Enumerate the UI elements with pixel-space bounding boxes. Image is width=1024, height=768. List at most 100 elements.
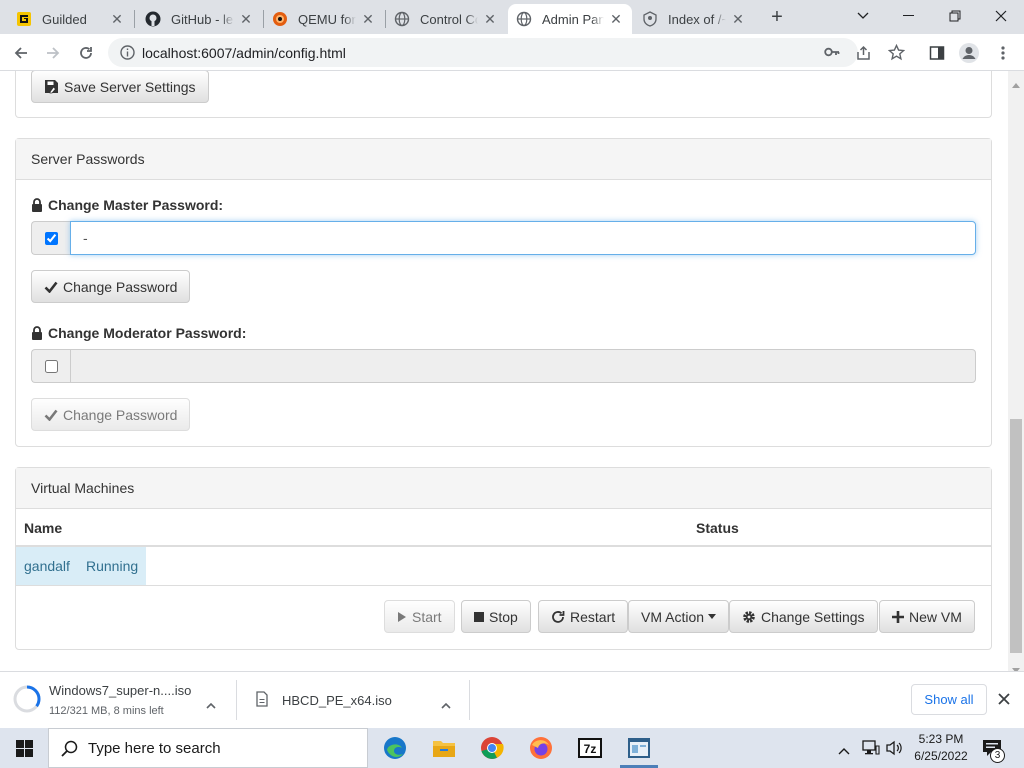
tab-title: QEMU for W <box>298 11 356 27</box>
server-passwords-panel: Server Passwords Change Master Password:… <box>15 138 992 447</box>
bookmark-star-icon[interactable] <box>887 43 906 64</box>
search-icon <box>61 740 78 757</box>
chrome-icon[interactable] <box>474 732 510 764</box>
change-master-password-button[interactable]: Change Password <box>31 270 191 303</box>
close-tab-icon[interactable]: ✕ <box>360 11 376 28</box>
tab-index[interactable]: Index of /~ ✕ <box>634 4 754 34</box>
firefox-icon[interactable] <box>523 732 559 764</box>
vm-status: Running <box>86 558 139 574</box>
master-password-checkbox-addon <box>31 221 70 255</box>
restart-icon <box>551 610 565 624</box>
master-password-label-text: Change Master Password: <box>48 197 224 213</box>
side-panel-icon[interactable] <box>924 40 950 66</box>
key-icon[interactable] <box>824 45 840 62</box>
chevron-up-icon[interactable] <box>206 696 216 712</box>
moderator-password-input[interactable] <box>70 349 976 383</box>
close-tab-icon[interactable]: ✕ <box>238 11 254 28</box>
tab-title: Guilded <box>42 11 87 27</box>
reload-icon[interactable] <box>73 40 99 66</box>
start-vm-button[interactable]: Start <box>384 600 455 633</box>
column-header-name: Name <box>24 520 63 536</box>
restart-vm-button[interactable]: Restart <box>538 600 629 633</box>
windows-start-icon[interactable] <box>6 732 42 764</box>
vm-table-body: gandalf Running <box>16 547 991 586</box>
page-scrollbar[interactable] <box>1008 71 1024 673</box>
tab-control[interactable]: Control Co ✕ <box>386 4 506 34</box>
profile-avatar-icon[interactable] <box>956 40 982 66</box>
moderator-password-checkbox[interactable] <box>44 359 58 373</box>
close-tab-icon[interactable]: ✕ <box>109 11 125 28</box>
forward-icon[interactable] <box>40 40 66 66</box>
close-tab-icon[interactable]: ✕ <box>482 11 498 28</box>
back-icon[interactable] <box>8 40 34 66</box>
tab-title: Index of /~ <box>668 11 726 27</box>
github-icon <box>145 11 161 27</box>
panel-heading: Virtual Machines <box>16 468 991 509</box>
lock-icon <box>31 198 43 212</box>
share-icon[interactable] <box>856 45 872 64</box>
restore-icon[interactable] <box>932 0 978 32</box>
scroll-up-icon[interactable] <box>1012 75 1020 91</box>
chevron-up-icon[interactable] <box>441 696 451 712</box>
table-row[interactable]: gandalf Running <box>16 547 146 585</box>
address-text: localhost:6007/admin/config.html <box>142 44 346 61</box>
terminal-app-icon[interactable] <box>621 732 657 764</box>
vm-name: gandalf <box>24 558 70 574</box>
change-moderator-password-button[interactable]: Change Password <box>31 398 191 431</box>
close-tab-icon[interactable]: ✕ <box>608 11 624 28</box>
lock-icon <box>31 326 43 340</box>
moderator-password-label: Change Moderator Password: <box>31 325 246 341</box>
edge-icon[interactable] <box>377 732 413 764</box>
new-tab-icon[interactable]: + <box>764 4 790 30</box>
close-window-icon[interactable] <box>978 0 1024 32</box>
show-all-downloads-button[interactable]: Show all <box>911 684 987 715</box>
change-settings-button[interactable]: Change Settings <box>729 600 878 633</box>
taskbar-clock[interactable]: 5:23 PM 6/25/2022 <box>908 731 974 765</box>
moderator-password-group <box>31 349 976 383</box>
menu-icon[interactable] <box>990 40 1016 66</box>
tab-qemu[interactable]: QEMU for W ✕ <box>264 4 384 34</box>
volume-icon[interactable] <box>886 740 904 759</box>
qemu-icon <box>272 11 288 27</box>
vm-action-dropdown[interactable]: VM Action <box>628 600 730 633</box>
close-download-bar-icon[interactable] <box>998 692 1010 708</box>
play-icon <box>397 611 407 623</box>
save-server-settings-button[interactable]: Save Server Settings <box>31 71 209 103</box>
download-status: 112/321 MB, 8 mins left <box>49 705 164 717</box>
master-password-checkbox[interactable] <box>44 231 58 245</box>
address-bar[interactable]: localhost:6007/admin/config.html <box>108 38 906 67</box>
tab-title: GitHub - le <box>171 11 234 27</box>
start-vm-label: Start <box>412 608 442 625</box>
network-icon[interactable] <box>862 740 880 759</box>
column-header-status: Status <box>696 520 739 536</box>
taskbar-search-box[interactable]: Type here to search <box>48 728 368 768</box>
caret-down-icon <box>708 614 717 619</box>
download-item[interactable]: Windows7_super-n....iso 112/321 MB, 8 mi… <box>0 672 234 728</box>
file-explorer-icon[interactable] <box>426 732 462 764</box>
master-password-input[interactable] <box>70 221 976 255</box>
close-tab-icon[interactable]: ✕ <box>730 11 746 28</box>
stop-vm-button[interactable]: Stop <box>461 600 531 633</box>
page-content: Save Server Settings Server Passwords Ch… <box>0 71 1008 671</box>
vm-table-header: Name Status <box>16 509 991 547</box>
index-icon <box>642 11 658 27</box>
check-icon <box>44 281 58 293</box>
tab-admin-panel[interactable]: Admin Pan ✕ <box>508 4 632 34</box>
tab-github[interactable]: GitHub - le ✕ <box>137 4 262 34</box>
master-password-label: Change Master Password: <box>31 197 223 213</box>
tab-search-icon[interactable] <box>840 0 886 32</box>
stop-vm-label: Stop <box>489 608 518 625</box>
site-info-icon[interactable] <box>120 45 135 63</box>
7zip-icon[interactable]: 7z <box>572 732 608 764</box>
minimize-icon[interactable] <box>886 0 932 32</box>
download-item[interactable]: HBCD_PE_x64.iso <box>238 672 468 728</box>
new-vm-button[interactable]: New VM <box>879 600 975 633</box>
scrollbar-thumb[interactable] <box>1010 419 1022 653</box>
change-settings-label: Change Settings <box>761 608 865 625</box>
change-master-password-label: Change Password <box>63 278 178 295</box>
clock-date: 6/25/2022 <box>914 749 968 763</box>
tab-guilded[interactable]: Guilded ✕ <box>8 4 133 34</box>
check-icon <box>44 409 58 421</box>
download-bar: Windows7_super-n....iso 112/321 MB, 8 mi… <box>0 671 1024 728</box>
show-hidden-icons-icon[interactable] <box>838 742 850 758</box>
